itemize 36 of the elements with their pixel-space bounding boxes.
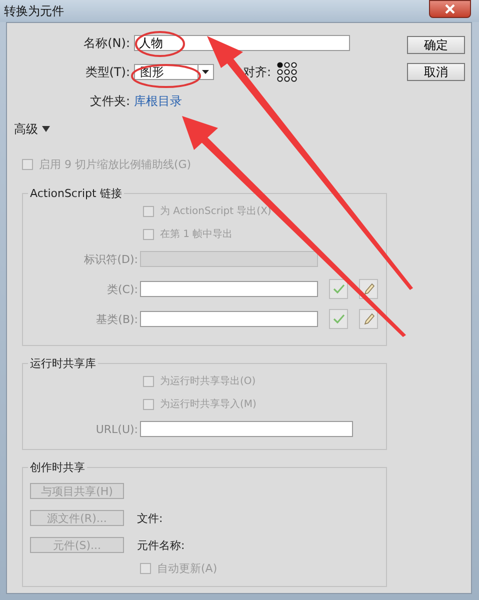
- check-icon: [332, 314, 344, 324]
- close-icon: [445, 4, 455, 14]
- close-button[interactable]: [429, 0, 471, 18]
- info-label: 文件:: [137, 510, 163, 526]
- dialog-button[interactable]: 取消: [407, 63, 465, 81]
- folder-link[interactable]: 库根目录: [134, 92, 182, 110]
- field-label: 标识符(D):: [83, 252, 139, 266]
- validate-button[interactable]: [329, 309, 348, 329]
- field-label: 名称(N):: [82, 34, 131, 52]
- url-field[interactable]: [140, 421, 353, 437]
- name-field[interactable]: 人物: [134, 35, 350, 51]
- field-label: 文件夹:: [88, 92, 131, 110]
- pencil-icon: [362, 282, 374, 296]
- info-label: 元件名称:: [137, 538, 185, 552]
- group-title: 创作时共享: [29, 460, 86, 475]
- registration-grid-icon[interactable]: [277, 62, 298, 82]
- group-title: 运行时共享库: [29, 356, 97, 371]
- check-icon: [332, 284, 344, 294]
- class-field[interactable]: [140, 281, 318, 297]
- edit-button[interactable]: [359, 309, 378, 329]
- field-label: 基类(B):: [95, 312, 139, 326]
- class-field[interactable]: [140, 311, 318, 327]
- annotation-circle: [131, 64, 201, 88]
- window-title: 转换为元件: [4, 2, 64, 20]
- annotation-circle: [135, 31, 185, 57]
- pencil-icon: [362, 312, 374, 326]
- field-label: 类型(T):: [84, 64, 131, 80]
- share-button[interactable]: 源文件(R)...: [30, 510, 124, 526]
- validate-button[interactable]: [329, 279, 348, 299]
- group-title: ActionScript 链接: [29, 186, 123, 201]
- field-label: URL(U):: [94, 422, 139, 436]
- field-label: 类(C):: [106, 282, 139, 296]
- share-button[interactable]: 元件(S)...: [30, 537, 124, 553]
- advanced-toggle[interactable]: 高级: [14, 121, 50, 137]
- share-button[interactable]: 与项目共享(H): [30, 483, 124, 499]
- dialog-button[interactable]: 确定: [407, 36, 465, 54]
